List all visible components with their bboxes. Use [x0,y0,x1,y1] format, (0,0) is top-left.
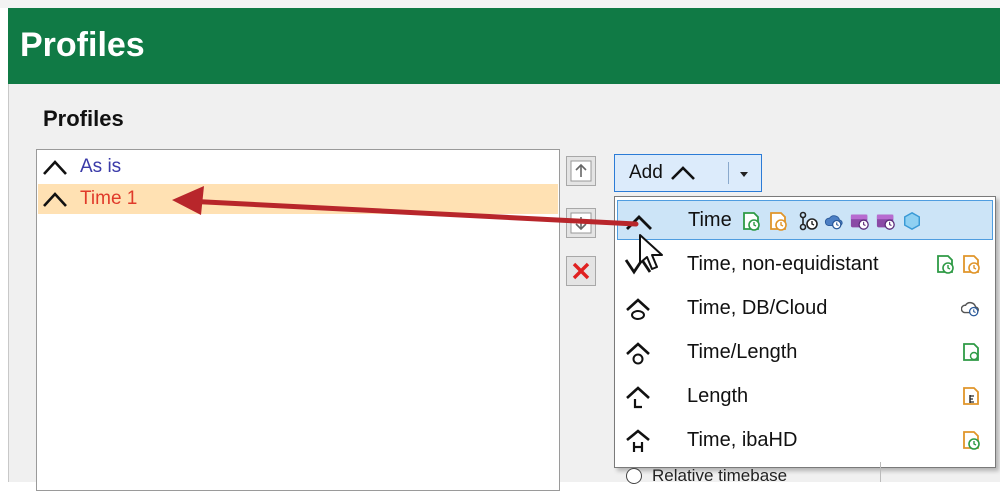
time-length-profile-icon [626,342,650,365]
menu-item-time-db-cloud[interactable]: Time, DB/Cloud [617,288,993,328]
menu-item-label: Time [688,208,732,231]
menu-item-time-ibahd[interactable]: Time, ibaHD [617,420,993,460]
move-up-button[interactable] [566,156,596,186]
ibahd-profile-icon [626,429,650,452]
add-profile-dropdown: Time Time, non-equidistant Time, DB/Clou… [614,196,996,468]
file-clock-icon [770,212,787,231]
profile-icon [670,166,695,180]
menu-item-time[interactable]: Time [617,200,993,240]
profile-icon [43,160,67,175]
file-clock-icon [937,255,954,274]
window-title: Profiles [20,26,145,64]
profile-item-label: As is [80,156,122,177]
arrow-up-icon [570,160,592,182]
profile-list[interactable]: As is Time 1 [36,149,560,491]
menu-item-time-length[interactable]: Time/Length [617,332,993,372]
network-clock-icon [799,211,818,231]
file-length-icon [963,343,979,361]
profile-icon [43,192,67,207]
relative-timebase-label: Relative timebase [652,466,788,485]
mouse-cursor-icon [639,234,663,270]
file-clock-icon [963,431,980,450]
chevron-down-icon[interactable] [738,169,750,179]
length-profile-icon [626,386,650,409]
cloud-clock-icon [961,301,979,317]
menu-item-label: Time, DB/Cloud [687,296,828,319]
hd-clock-icon [850,214,869,230]
close-icon [572,262,590,280]
split-separator [728,162,729,184]
hexagon-icon [904,211,920,231]
menu-item-time-non-equidistant[interactable]: Time, non-equidistant [617,244,993,284]
arrow-down-icon [570,212,592,234]
move-down-button[interactable] [566,208,596,238]
delete-button[interactable] [566,256,596,286]
add-profile-button[interactable]: Add [614,154,762,192]
hd-clock-icon [876,214,895,230]
menu-item-label: Time, ibaHD [687,428,798,451]
relative-timebase-option[interactable]: Relative timebase [626,466,787,486]
menu-item-label: Length [687,384,749,407]
cloud-clock-icon [824,215,843,230]
db-cloud-profile-icon [626,298,650,320]
menu-item-length[interactable]: Length [617,376,993,416]
add-button-label: Add [629,162,663,183]
time-profile-icon [626,215,652,230]
profile-item-as-is[interactable]: As is [38,152,558,182]
file-clock-icon [743,212,760,231]
file-length-icon [963,387,979,405]
menu-item-label: Time/Length [687,340,798,363]
section-label: Profiles [43,106,124,131]
profile-item-label: Time 1 [80,188,138,209]
top-strip [0,0,1000,8]
table-fragment [880,462,1000,482]
file-clock-icon [963,255,980,274]
menu-item-label: Time, non-equidistant [687,252,879,275]
profile-item-time-1[interactable]: Time 1 [38,184,558,214]
title-bar: Profiles [8,8,1000,84]
